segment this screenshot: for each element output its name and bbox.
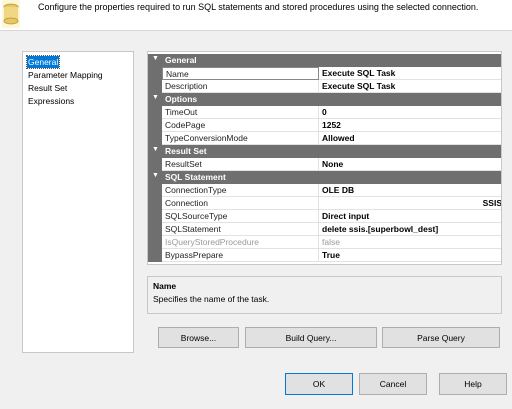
collapse-icon[interactable]: ▼: [152, 94, 159, 101]
property-value: false: [319, 236, 501, 249]
property-name: Name: [162, 67, 319, 80]
property-row-timeout[interactable]: TimeOut 0: [148, 106, 501, 119]
row-gutter: [148, 106, 162, 119]
category-label: Result Set: [165, 146, 207, 156]
browse-button[interactable]: Browse...: [158, 327, 239, 348]
row-gutter: [148, 119, 162, 132]
property-name: Connection: [162, 197, 319, 210]
help-button[interactable]: Help: [439, 373, 507, 395]
property-value[interactable]: 0: [319, 106, 501, 119]
property-value[interactable]: True: [319, 249, 501, 262]
category-general[interactable]: ▼ General: [148, 54, 501, 67]
category-label: SQL Statement: [165, 172, 226, 182]
category-options[interactable]: ▼ Options: [148, 93, 501, 106]
collapse-icon[interactable]: ▼: [152, 172, 159, 179]
row-gutter: [148, 132, 162, 145]
property-name: BypassPrepare: [162, 249, 319, 262]
row-gutter: [148, 80, 162, 93]
property-value[interactable]: Direct input: [319, 210, 501, 223]
property-name: TypeConversionMode: [162, 132, 319, 145]
property-row-connectiontype[interactable]: ConnectionType OLE DB: [148, 184, 501, 197]
page-list: General Parameter Mapping Result Set Exp…: [22, 51, 134, 353]
property-value[interactable]: Allowed: [319, 132, 501, 145]
property-row-sqlsourcetype[interactable]: SQLSourceType Direct input: [148, 210, 501, 223]
property-value[interactable]: Execute SQL Task: [319, 67, 501, 80]
row-gutter: [148, 67, 162, 80]
row-gutter: [148, 158, 162, 171]
property-value[interactable]: OLE DB: [319, 184, 501, 197]
property-value[interactable]: None: [319, 158, 501, 171]
row-gutter: [148, 236, 162, 249]
row-gutter: [148, 223, 162, 236]
collapse-icon[interactable]: ▼: [152, 146, 159, 153]
row-gutter: [148, 184, 162, 197]
property-name: SQLSourceType: [162, 210, 319, 223]
property-name: IsQueryStoredProcedure: [162, 236, 319, 249]
property-row-bypassprepare[interactable]: BypassPrepare True: [148, 249, 501, 262]
nav-item-expressions[interactable]: Expressions: [27, 95, 75, 107]
parse-query-button[interactable]: Parse Query: [382, 327, 500, 348]
nav-item-general[interactable]: General: [25, 55, 61, 69]
property-description-panel: Name Specifies the name of the task.: [147, 276, 502, 314]
row-gutter: [148, 249, 162, 262]
dialog-header: Configure the properties required to run…: [0, 0, 512, 31]
property-value[interactable]: Execute SQL Task: [319, 80, 501, 93]
collapse-icon[interactable]: ▼: [152, 55, 159, 62]
property-name: Description: [162, 80, 319, 93]
property-row-codepage[interactable]: CodePage 1252: [148, 119, 501, 132]
property-name: SQLStatement: [162, 223, 319, 236]
property-row-name[interactable]: Name Execute SQL Task: [148, 67, 501, 80]
property-name: TimeOut: [162, 106, 319, 119]
description-text: Specifies the name of the task.: [153, 294, 270, 304]
property-value[interactable]: delete ssis.[superbowl_dest]: [319, 223, 501, 236]
header-description: Configure the properties required to run…: [38, 2, 479, 12]
category-sql-statement[interactable]: ▼ SQL Statement: [148, 171, 501, 184]
property-grid: ▼ General Name Execute SQL Task Descript…: [147, 51, 502, 265]
category-result-set[interactable]: ▼ Result Set: [148, 145, 501, 158]
database-icon: [2, 0, 20, 28]
description-title: Name: [153, 281, 177, 291]
property-row-connection[interactable]: Connection SSIS: [148, 197, 501, 210]
row-gutter: [148, 210, 162, 223]
property-name: ConnectionType: [162, 184, 319, 197]
cancel-button[interactable]: Cancel: [359, 373, 427, 395]
build-query-button[interactable]: Build Query...: [245, 327, 377, 348]
property-row-isquerystoredprocedure[interactable]: IsQueryStoredProcedure false: [148, 236, 501, 249]
property-row-description[interactable]: Description Execute SQL Task: [148, 80, 501, 93]
property-row-sqlstatement[interactable]: SQLStatement delete ssis.[superbowl_dest…: [148, 223, 501, 236]
category-label: General: [165, 55, 197, 65]
ok-button[interactable]: OK: [285, 373, 353, 395]
property-name: ResultSet: [162, 158, 319, 171]
property-name: CodePage: [162, 119, 319, 132]
category-label: Options: [165, 94, 198, 104]
row-gutter: [148, 197, 162, 210]
nav-item-parameter-mapping[interactable]: Parameter Mapping: [27, 69, 104, 81]
property-row-typeconversionmode[interactable]: TypeConversionMode Allowed: [148, 132, 501, 145]
property-value[interactable]: 1252: [319, 119, 501, 132]
property-row-resultset[interactable]: ResultSet None: [148, 158, 501, 171]
nav-item-result-set[interactable]: Result Set: [27, 82, 68, 94]
property-value[interactable]: SSIS: [319, 197, 501, 210]
